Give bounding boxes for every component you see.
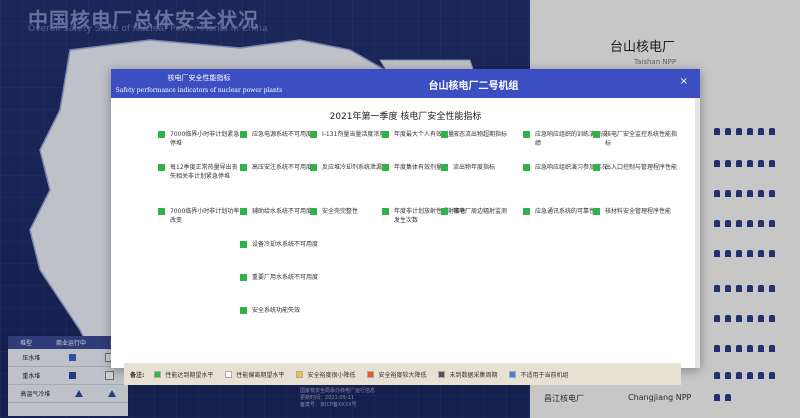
indicator-label: 7000临界小时非计划功率改变 <box>170 208 240 224</box>
indicator-label: 安全壳完整性 <box>322 208 359 215</box>
legend-note-label: 安全裕度很小降低 <box>307 371 356 379</box>
legend-color-square-icon <box>509 370 517 378</box>
indicator-item[interactable]: 液态流出物超期指标 <box>441 130 525 139</box>
indicator-label: 设备冷却水系统不可用度 <box>252 241 319 248</box>
caption-cn: 核电厂安全性能指标 <box>167 74 231 82</box>
modal-title: 台山核电厂二号机组 <box>428 81 519 92</box>
legend-notes: 备注: 性能达到期望水平 性能偏离期望水平 安全裕度很小降低 安全裕度较大降低 未到数据… <box>124 363 681 385</box>
legend-note-item: 性能偏离期望水平 <box>225 370 284 379</box>
indicator-label: 重要厂用水系统不可用度 <box>252 274 319 281</box>
legend-color-square-icon <box>225 370 233 378</box>
legend-note-item: 安全裕度很小降低 <box>296 370 355 379</box>
indicator-item[interactable]: 核电厂安全监控系统性能指标 <box>593 130 678 148</box>
status-square-icon <box>240 164 247 171</box>
indicator-item[interactable]: 出入口控制与管理程序性能 <box>593 163 678 172</box>
indicator-label: 辅助给水系统不可用度 <box>252 208 313 215</box>
indicator-label: 核材料安全管理程序性能 <box>605 208 672 215</box>
close-icon[interactable]: × <box>680 76 688 87</box>
legend-note-label: 未到数据采集周期 <box>449 371 498 379</box>
status-square-icon <box>593 208 600 215</box>
modal-body: 2021年第一季度 核电厂安全性能指标 7000临界小时非计划紧急停堆 应急电源系… <box>111 98 700 385</box>
indicator-item[interactable]: 7000临界小时非计划功率改变 <box>158 207 242 225</box>
indicator-modal: 核电厂安全性能指标 Safety performance indicators … <box>111 69 700 385</box>
modal-scrollbar[interactable] <box>695 98 700 368</box>
indicator-item[interactable]: 安全系统功能失效 <box>240 306 324 315</box>
indicator-label: 流出物年度指标 <box>453 164 496 171</box>
status-square-icon <box>382 208 389 215</box>
status-square-icon <box>158 208 165 215</box>
indicator-item[interactable]: 设备冷却水系统不可用度 <box>240 240 324 249</box>
status-square-icon <box>158 131 165 138</box>
indicator-label: 年度集体有效剂量 <box>394 164 443 171</box>
modal-header: 核电厂安全性能指标 Safety performance indicators … <box>111 69 700 98</box>
indicator-label: 每12季度正常热量导出丧失相关非计划紧急停堆 <box>170 164 238 180</box>
status-square-icon <box>240 274 247 281</box>
indicator-item[interactable]: 重要厂用水系统不可用度 <box>240 273 324 282</box>
indicator-label: 反应堆冷却剂系统泄漏率 <box>322 164 389 171</box>
indicator-item[interactable]: 流出物年度指标 <box>441 163 525 172</box>
legend-color-square-icon <box>154 370 162 378</box>
period-title: 2021年第一季度 核电厂安全性能指标 <box>329 112 482 122</box>
status-square-icon <box>310 208 317 215</box>
status-square-icon <box>523 164 530 171</box>
indicator-label: 高压安注系统不可用度 <box>252 164 313 171</box>
indicator-item[interactable]: 核电厂周边辐射监测 <box>441 207 525 216</box>
indicator-label: 出入口控制与管理程序性能 <box>605 164 678 171</box>
indicator-label: 应急通讯系统的可靠性 <box>535 208 596 215</box>
indicator-item[interactable]: 7000临界小时非计划紧急停堆 <box>158 130 242 148</box>
legend-note-label: 性能达到期望水平 <box>165 371 214 379</box>
status-square-icon <box>523 131 530 138</box>
legend-note-item: 安全裕度较大降低 <box>367 370 426 379</box>
status-square-icon <box>310 131 317 138</box>
legend-note-item: 性能达到期望水平 <box>154 370 213 379</box>
indicator-label: 液态流出物超期指标 <box>453 131 508 138</box>
legend-color-square-icon <box>296 370 304 378</box>
indicator-label: 核电厂周边辐射监测 <box>453 208 508 215</box>
indicator-label: 安全系统功能失效 <box>252 307 301 314</box>
legend-note-label: 不适用于当前机组 <box>520 371 569 379</box>
indicator-label: 核电厂安全监控系统性能指标 <box>605 131 678 147</box>
status-square-icon <box>240 241 247 248</box>
indicator-item[interactable]: 每12季度正常热量导出丧失相关非计划紧急停堆 <box>158 163 242 181</box>
status-square-icon <box>240 208 247 215</box>
caption-en: Safety performance indicators of nuclear… <box>115 87 283 94</box>
indicator-label: 应急电源系统不可用度 <box>252 131 313 138</box>
status-square-icon <box>441 131 448 138</box>
status-square-icon <box>593 164 600 171</box>
legend-note-label: 性能偏离期望水平 <box>236 371 285 379</box>
status-square-icon <box>240 131 247 138</box>
legend-note-item: 未到数据采集周期 <box>438 370 497 379</box>
legend-color-square-icon <box>367 370 375 378</box>
status-square-icon <box>382 164 389 171</box>
status-square-icon <box>310 164 317 171</box>
legend-note-item: 不适用于当前机组 <box>509 370 569 379</box>
status-square-icon <box>523 208 530 215</box>
status-square-icon <box>441 208 448 215</box>
status-square-icon <box>441 164 448 171</box>
legend-note-label: 安全裕度较大降低 <box>378 371 427 379</box>
modal-header-caption: 核电厂安全性能指标 Safety performance indicators … <box>111 69 287 98</box>
indicator-label: 7000临界小时非计划紧急停堆 <box>170 131 240 147</box>
indicator-label: I-131剂量当量活度浓度 <box>322 131 386 138</box>
legend-color-square-icon <box>438 370 446 378</box>
status-square-icon <box>593 131 600 138</box>
notes-label: 备注: <box>130 371 145 379</box>
status-square-icon <box>158 164 165 171</box>
status-square-icon <box>240 307 247 314</box>
indicator-item[interactable]: 核材料安全管理程序性能 <box>593 207 677 216</box>
status-square-icon <box>382 131 389 138</box>
